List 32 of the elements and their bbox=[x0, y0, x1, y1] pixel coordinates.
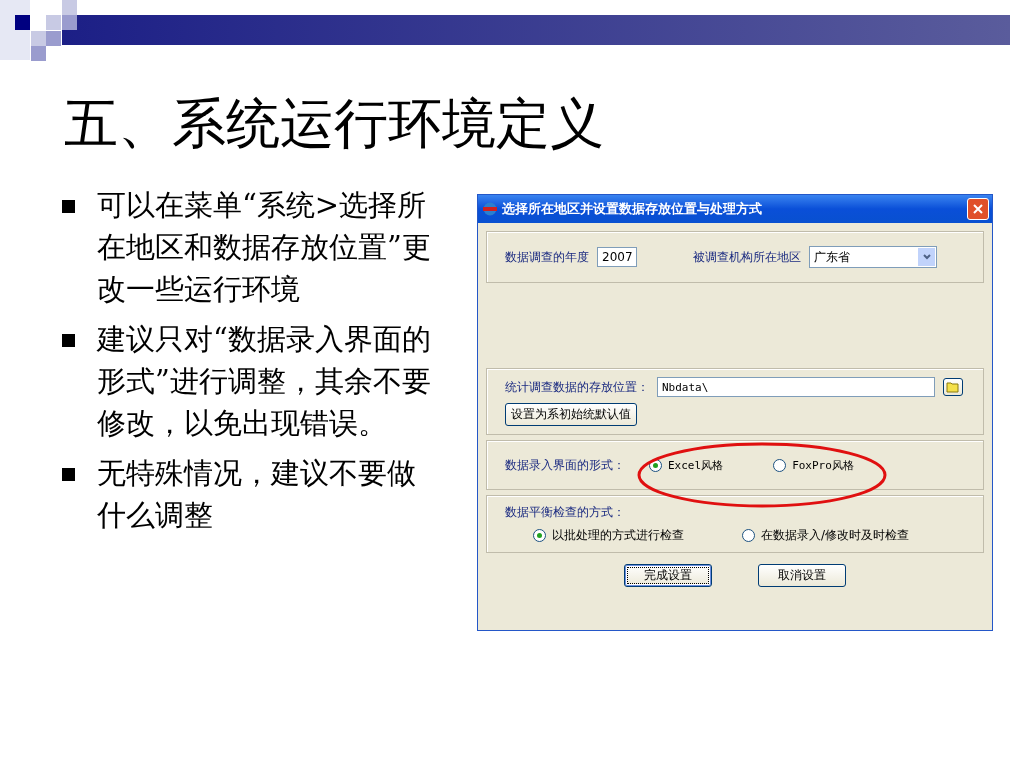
window-title: 选择所在地区并设置数据存放位置与处理方式 bbox=[502, 200, 763, 218]
path-field[interactable]: Nbdata\ bbox=[657, 377, 935, 397]
bullet-text: 可以在菜单“系统>选择所在地区和数据存放位置”更改一些运行环境 bbox=[97, 187, 432, 308]
dialog-button[interactable]: 完成设置 bbox=[624, 564, 712, 587]
bullet-icon bbox=[62, 468, 75, 481]
close-icon bbox=[973, 204, 983, 214]
dialog-button[interactable]: 取消设置 bbox=[758, 564, 846, 587]
close-button[interactable] bbox=[967, 198, 989, 220]
slide-title: 五、系统运行环境定义 bbox=[64, 92, 605, 156]
region-dropdown[interactable]: 广东省 bbox=[809, 246, 937, 268]
bullet-icon bbox=[62, 334, 75, 347]
chevron-down-icon bbox=[922, 254, 931, 260]
radio-option[interactable]: Excel风格 bbox=[649, 457, 724, 473]
radio-option[interactable]: 在数据录入/修改时及时检查 bbox=[742, 527, 910, 544]
bullet-text: 建议只对“数据录入界面的形式”进行调整，其余不要修改，以免出现错误。 bbox=[97, 321, 432, 442]
year-label: 数据调查的年度 bbox=[505, 248, 589, 266]
radio-button[interactable] bbox=[773, 458, 787, 472]
radio-button[interactable] bbox=[533, 529, 546, 542]
region-label: 被调查机构所在地区 bbox=[693, 248, 801, 266]
radio-button[interactable] bbox=[742, 529, 755, 542]
entry-form-label: 数据录入界面的形式： bbox=[505, 456, 625, 474]
folder-icon bbox=[946, 380, 960, 394]
browse-button[interactable] bbox=[943, 378, 963, 396]
year-field[interactable]: 2007 bbox=[597, 247, 637, 267]
app-icon bbox=[482, 202, 498, 216]
reset-default-button[interactable]: 设置为系初始统默认值 bbox=[505, 403, 637, 426]
bullet-icon bbox=[62, 200, 75, 213]
radio-option[interactable]: FoxPro风格 bbox=[773, 457, 854, 473]
radio-option[interactable]: 以批处理的方式进行检查 bbox=[533, 527, 684, 544]
balance-check-label: 数据平衡检查的方式： bbox=[505, 504, 625, 521]
storage-label: 统计调查数据的存放位置： bbox=[505, 378, 649, 396]
bullet-text: 无特殊情况，建议不要做什么调整 bbox=[97, 455, 417, 534]
